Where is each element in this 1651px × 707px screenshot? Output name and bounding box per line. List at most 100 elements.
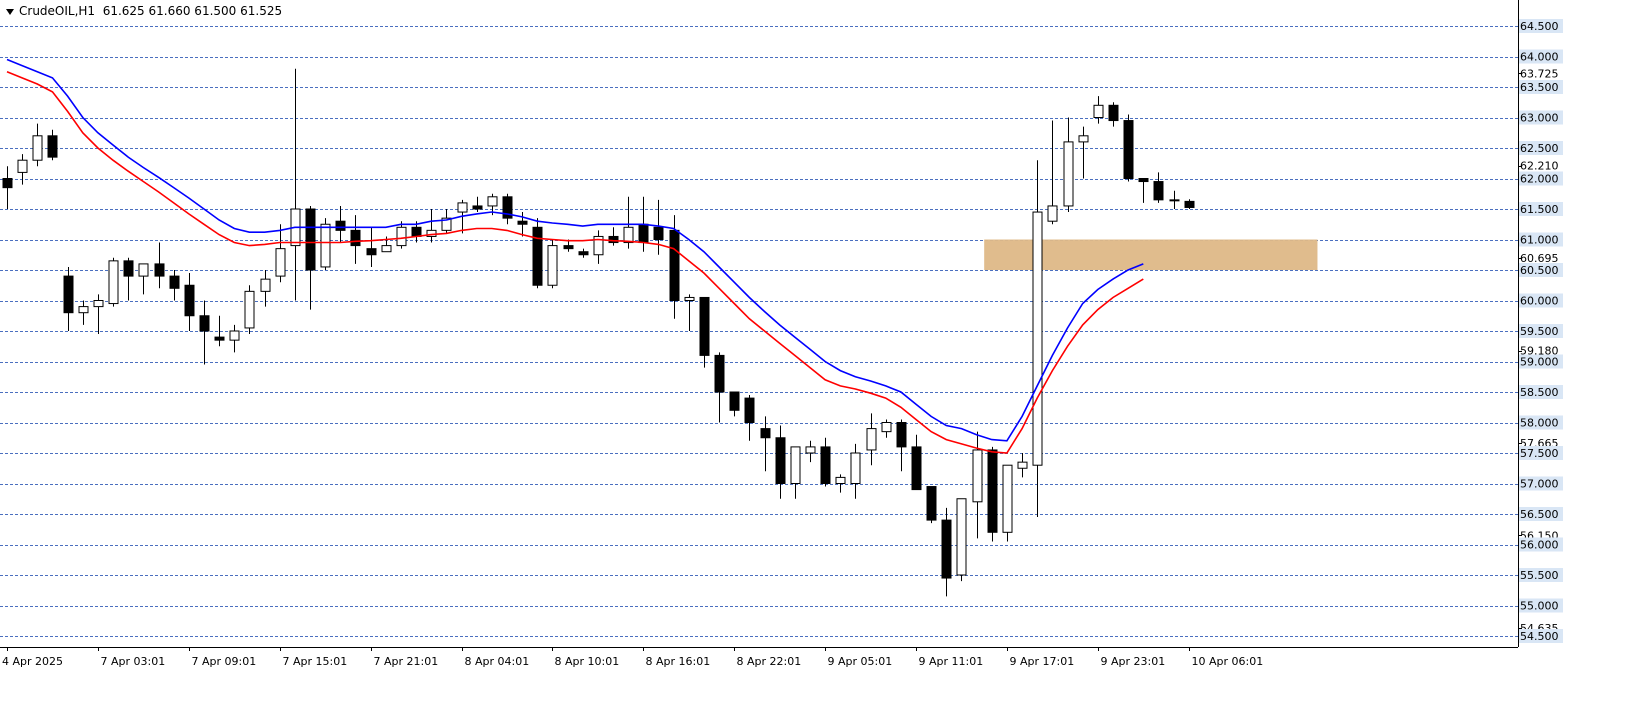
candle-bear — [563, 245, 574, 250]
candle-bear — [335, 220, 346, 231]
candle-bear — [744, 397, 755, 424]
candle-bull — [805, 446, 816, 454]
candle-bear — [699, 296, 710, 356]
x-tick-label: 9 Apr 23:01 — [1101, 655, 1166, 668]
candle-bull — [396, 226, 407, 247]
candle-bear — [1108, 104, 1119, 122]
candle-bear — [714, 354, 725, 393]
candle-bear — [1184, 200, 1195, 208]
candle-bull — [866, 428, 877, 451]
candle-bull — [1169, 199, 1180, 202]
y-tick-label: 62.000 — [1520, 173, 1559, 186]
symbol-label: CrudeOIL,H1 — [19, 4, 96, 18]
y-tick-label: 64.500 — [1520, 20, 1559, 33]
y-tick-label: 62.210 — [1520, 160, 1559, 173]
candle-bear — [532, 226, 543, 286]
x-tick-layer: 4 Apr 2025 7 Apr 03:01 7 Apr 09:01 7 Apr 15… — [2, 647, 1263, 668]
candle-bull — [835, 476, 846, 484]
x-tick-label: 8 Apr 16:01 — [646, 655, 711, 668]
x-tick-label: 7 Apr 09:01 — [192, 655, 257, 668]
x-tick-label: 8 Apr 22:01 — [737, 655, 802, 668]
candle-bull — [1063, 141, 1074, 207]
y-tick-label: 60.500 — [1520, 264, 1559, 277]
candle-bull — [1047, 205, 1058, 222]
candle-bear — [760, 428, 771, 439]
candle-bull — [138, 263, 149, 277]
y-tick-label: 58.500 — [1520, 386, 1559, 399]
candle-bear — [1153, 181, 1164, 201]
candle-bull — [623, 226, 634, 244]
candle-bull — [381, 245, 392, 253]
candle-bull — [260, 278, 271, 292]
candle-bear — [123, 260, 134, 277]
candle-bull — [1078, 135, 1089, 143]
candle-bull — [850, 452, 861, 484]
candle-bear — [669, 229, 680, 302]
candle-bear — [1123, 120, 1134, 180]
y-tick-label: 63.725 — [1520, 67, 1559, 80]
candle-bull — [956, 498, 967, 576]
candle-bear — [184, 284, 195, 317]
y-tick-label: 62.500 — [1520, 142, 1559, 155]
candle-bull — [275, 248, 286, 277]
y-tick-label: 61.000 — [1520, 234, 1559, 247]
x-tick-label: 4 Apr 2025 — [2, 655, 63, 668]
candle-bull — [487, 196, 498, 207]
y-tick-label: 56.500 — [1520, 508, 1559, 521]
grid-layer — [0, 26, 1518, 637]
candle-bear — [411, 226, 422, 237]
candle-bear — [987, 449, 998, 533]
candle-bull — [229, 330, 240, 341]
candle-bull — [547, 245, 558, 286]
x-tick-label: 7 Apr 15:01 — [283, 655, 348, 668]
x-tick-label: 7 Apr 21:01 — [374, 655, 439, 668]
y-tick-label: 54.500 — [1520, 630, 1559, 643]
candle-bull — [108, 260, 119, 305]
candle-bear — [578, 251, 589, 256]
chart-header: CrudeOIL,H1 61.625 61.660 61.500 61.525 — [6, 4, 282, 18]
candle-bull — [972, 449, 983, 503]
candle-bear — [941, 519, 952, 579]
y-tick-label: 57.000 — [1520, 478, 1559, 491]
candle-bear — [926, 486, 937, 521]
y-tick-label: 60.000 — [1520, 295, 1559, 308]
y-tick-label: 63.000 — [1520, 112, 1559, 125]
y-tick-label: 61.500 — [1520, 203, 1559, 216]
candle-bull — [244, 290, 255, 329]
x-tick-label: 7 Apr 03:01 — [101, 655, 166, 668]
candle-bull — [1032, 211, 1043, 466]
y-tick-label: 59.000 — [1520, 356, 1559, 369]
candle-bear — [896, 422, 907, 448]
y-tick-label: 55.500 — [1520, 569, 1559, 582]
candle-bear — [47, 135, 58, 158]
x-tick-label: 8 Apr 04:01 — [465, 655, 530, 668]
candle-bear — [638, 223, 649, 244]
y-tick-label: 58.000 — [1520, 417, 1559, 430]
candle-bear — [305, 208, 316, 271]
candle-bear — [154, 263, 165, 277]
x-tick-label: 9 Apr 11:01 — [919, 655, 984, 668]
candle-bear — [517, 220, 528, 225]
candle-bull — [1002, 464, 1013, 533]
candle-bear — [1138, 178, 1149, 183]
candle-bear — [63, 275, 74, 314]
candle-bear — [472, 205, 483, 210]
candle-bear — [350, 229, 361, 247]
y-tick-label: 57.500 — [1520, 447, 1559, 460]
candle-bear — [653, 226, 664, 241]
candle-bull — [93, 300, 104, 308]
ma-fast-line — [6, 58, 1144, 442]
y-tick-label: 56.000 — [1520, 539, 1559, 552]
candle-bull — [1017, 461, 1028, 469]
y-tick-layer: 64.500 64.000 63.72563.500 63.000 62.500 62.2… — [1518, 19, 1563, 643]
dropdown-triangle-icon[interactable] — [6, 8, 14, 15]
candle-bull — [684, 296, 695, 302]
candle-bull — [1093, 104, 1104, 119]
y-tick-label: 63.500 — [1520, 81, 1559, 94]
x-tick-label: 9 Apr 05:01 — [828, 655, 893, 668]
candle-bear — [214, 336, 225, 341]
candle-bull — [320, 223, 331, 268]
candle-bear — [2, 178, 13, 189]
candle-bear — [366, 248, 377, 256]
y-tick-label: 55.000 — [1520, 600, 1559, 613]
